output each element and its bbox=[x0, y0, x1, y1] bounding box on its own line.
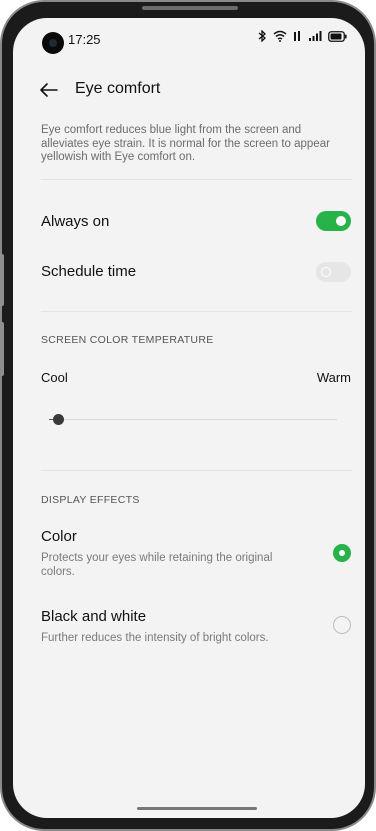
status-bar: 17:25 bbox=[13, 18, 365, 58]
home-indicator[interactable] bbox=[137, 807, 257, 810]
divider bbox=[41, 179, 352, 180]
slider-thumb[interactable] bbox=[53, 414, 64, 425]
top-bezel-slot bbox=[142, 6, 238, 10]
schedule-time-toggle[interactable] bbox=[316, 262, 351, 282]
always-on-label: Always on bbox=[41, 213, 110, 230]
color-temperature-slider[interactable] bbox=[41, 408, 337, 430]
volume-button bbox=[0, 254, 4, 306]
slider-min-label: Cool bbox=[41, 370, 68, 385]
section-title-display-effects: DISPLAY EFFECTS bbox=[41, 494, 140, 506]
battery-icon bbox=[328, 30, 347, 42]
option-color-title: Color bbox=[41, 528, 77, 545]
slider-max-label: Warm bbox=[316, 370, 351, 385]
cellular-signal-icon bbox=[309, 31, 322, 41]
section-title-color-temperature: SCREEN COLOR TEMPERATURE bbox=[41, 334, 214, 346]
status-icons bbox=[258, 30, 347, 42]
data-icon bbox=[294, 31, 300, 41]
always-on-toggle[interactable] bbox=[316, 211, 351, 231]
option-black-white-radio[interactable] bbox=[333, 616, 351, 634]
option-color-radio[interactable] bbox=[333, 544, 351, 562]
slider-track bbox=[49, 419, 337, 420]
bluetooth-icon bbox=[258, 30, 266, 42]
description-text: Eye comfort reduces blue light from the … bbox=[41, 124, 330, 163]
phone-frame: 17:25 Eye comfort Eye comfort reduces bl… bbox=[0, 0, 376, 831]
option-color-subtitle: Protects your eyes while retaining the o… bbox=[41, 552, 273, 578]
page-title: Eye comfort bbox=[75, 80, 161, 97]
schedule-time-label: Schedule time bbox=[41, 263, 137, 280]
wifi-icon bbox=[273, 30, 287, 42]
front-camera bbox=[42, 32, 64, 54]
divider bbox=[41, 311, 352, 312]
arrow-left-icon[interactable] bbox=[37, 78, 61, 102]
power-button bbox=[0, 322, 4, 376]
radio-selected-dot bbox=[339, 550, 345, 556]
status-time: 17:25 bbox=[68, 32, 101, 47]
option-black-white-title: Black and white bbox=[41, 608, 147, 625]
divider bbox=[41, 470, 352, 471]
screen: 17:25 Eye comfort Eye comfort reduces bl… bbox=[13, 18, 365, 818]
option-black-white-subtitle: Further reduces the intensity of bright … bbox=[41, 632, 269, 644]
page-header: Eye comfort bbox=[13, 72, 365, 108]
